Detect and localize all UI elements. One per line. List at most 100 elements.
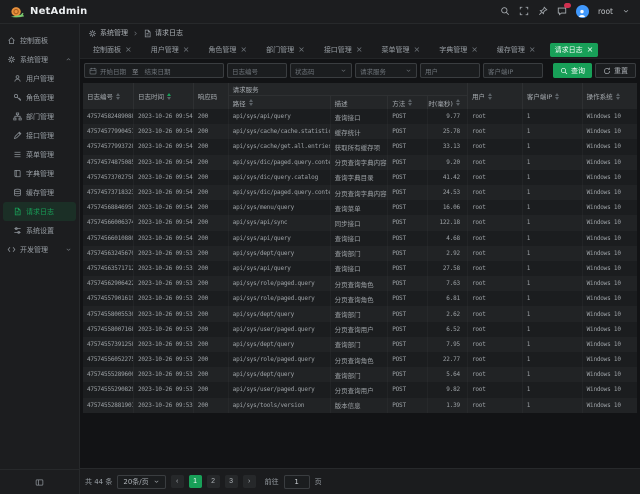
tab-1[interactable]: 用户管理×: [146, 43, 195, 57]
tab-6[interactable]: 字典管理×: [434, 43, 483, 57]
sidebar-item-pen[interactable]: 接口管理: [0, 126, 79, 145]
column-header-log-id[interactable]: 日志编号: [83, 83, 134, 109]
close-icon[interactable]: ×: [298, 46, 305, 54]
breadcrumb-item-1[interactable]: 请求日志: [143, 28, 183, 38]
next-page-button[interactable]: ›: [243, 475, 256, 488]
column-header-description[interactable]: 描述: [331, 96, 389, 109]
log-icon: [143, 29, 152, 38]
table-row[interactable]: 4757455800553012023-10-26 09:53:45200api…: [83, 306, 637, 321]
goto-page-input[interactable]: [284, 475, 310, 489]
column-label: 用户: [472, 91, 485, 101]
key-icon: [13, 93, 22, 102]
close-icon[interactable]: ×: [183, 46, 190, 54]
close-icon[interactable]: ×: [125, 46, 132, 54]
sidebar-item-settings[interactable]: 系统设置: [0, 221, 79, 240]
client-ip-input[interactable]: 客户端IP: [483, 63, 543, 78]
tab-0[interactable]: 控制面板 ×: [88, 43, 137, 57]
sidebar-item-key[interactable]: 角色管理: [0, 88, 79, 107]
table-row[interactable]: 4757456324567092023-10-26 09:53:58200api…: [83, 246, 637, 261]
column-header-log-time[interactable]: 日志时间: [134, 83, 194, 109]
sidebar-item-dict[interactable]: 字典管理: [0, 164, 79, 183]
service-select[interactable]: 请求服务: [355, 63, 417, 78]
sidebar-item-log[interactable]: 请求日志: [3, 202, 76, 221]
close-icon[interactable]: ×: [414, 46, 421, 54]
table-row[interactable]: 4757455800716852023-10-26 09:53:45200api…: [83, 322, 637, 337]
table-row[interactable]: 4757456601088052023-10-26 09:54:04200api…: [83, 231, 637, 246]
table-row[interactable]: 4757455605227572023-10-26 09:53:40200api…: [83, 352, 637, 367]
cell-log-id: 475745560522757: [83, 352, 134, 367]
table-row[interactable]: 4757457487508532023-10-26 09:54:24200api…: [83, 155, 637, 170]
column-header-duration[interactable]: 耗时(毫秒): [428, 96, 468, 109]
search-button[interactable]: 查询: [553, 63, 592, 78]
table-row[interactable]: 4757456357171252023-10-26 09:53:58200api…: [83, 261, 637, 276]
collapse-sidebar-icon[interactable]: [35, 478, 44, 487]
table-row[interactable]: 4757456290642292023-10-26 09:53:57200api…: [83, 276, 637, 291]
log-id-input[interactable]: 日志编号: [227, 63, 287, 78]
sidebar-item-user[interactable]: 用户管理: [0, 69, 79, 88]
table-row[interactable]: 4757455288190132023-10-26 09:53:32200api…: [83, 398, 637, 413]
column-header-user[interactable]: 用户: [468, 83, 523, 109]
cell-response-code: 200: [194, 306, 229, 321]
sidebar-item-menu[interactable]: 菜单管理: [0, 145, 79, 164]
close-icon[interactable]: ×: [240, 46, 247, 54]
user-input[interactable]: 用户: [420, 63, 480, 78]
tab-3[interactable]: 部门管理×: [261, 43, 310, 57]
brand[interactable]: NetAdmin: [10, 6, 87, 18]
search-icon[interactable]: [500, 6, 510, 18]
column-header-response-code[interactable]: 响应码: [194, 83, 229, 109]
table-row[interactable]: 4757455529082932023-10-26 09:53:38200api…: [83, 382, 637, 397]
column-header-method[interactable]: 方法: [388, 96, 428, 109]
prev-page-button[interactable]: ‹: [171, 475, 184, 488]
column-header-path[interactable]: 路径: [229, 96, 331, 109]
column-header-os[interactable]: 操作系统: [583, 83, 637, 109]
cell-log-id: 475745632456709: [83, 246, 134, 261]
tab-5[interactable]: 菜单管理×: [377, 43, 426, 57]
sidebar-item-cache[interactable]: 缓存管理: [0, 183, 79, 202]
username[interactable]: root: [598, 7, 613, 16]
reset-button[interactable]: 重置: [595, 63, 636, 78]
pin-icon[interactable]: [538, 6, 548, 18]
sidebar-item-dept[interactable]: 部门管理: [0, 107, 79, 126]
sidebar-item-gear[interactable]: 系统管理: [0, 50, 79, 69]
page-button-3[interactable]: 3: [225, 475, 238, 488]
column-header-client-ip[interactable]: 客户端IP: [523, 83, 583, 109]
cell-duration-ms: 4.68: [428, 231, 468, 246]
tab-8[interactable]: 请求日志×: [550, 43, 599, 57]
table-row[interactable]: 4757458248908852023-10-26 09:54:45200api…: [83, 109, 637, 124]
breadcrumb: 系统管理 请求日志: [80, 24, 640, 42]
cell-description: 分页查询角色: [331, 352, 389, 367]
tab-2[interactable]: 角色管理×: [203, 43, 252, 57]
status-code-select[interactable]: 状态码: [290, 63, 352, 78]
table-row[interactable]: 4757456600637492023-10-26 09:54:04200api…: [83, 215, 637, 230]
table-row[interactable]: 4757455790161972023-10-26 09:53:45200api…: [83, 291, 637, 306]
chevron-down-icon[interactable]: [622, 7, 630, 17]
sidebar-item-code[interactable]: 开发管理: [0, 240, 79, 259]
sort-carets-icon: [408, 99, 412, 106]
table-row[interactable]: 4757457799372852023-10-26 09:54:34200api…: [83, 139, 637, 154]
table-row[interactable]: 4757455739125812023-10-26 09:53:43200api…: [83, 337, 637, 352]
sidebar-item-home[interactable]: 控制面板: [0, 31, 79, 50]
tab-4[interactable]: 接口管理×: [319, 43, 368, 57]
table-row[interactable]: 4757457370275892023-10-26 09:54:23200api…: [83, 170, 637, 185]
page-size-select[interactable]: 20条/页: [117, 475, 165, 489]
cell-duration-ms: 6.81: [428, 291, 468, 306]
page-button-1[interactable]: 1: [189, 475, 202, 488]
table-row[interactable]: 4757455528960052023-10-26 09:53:38200api…: [83, 367, 637, 382]
table-row[interactable]: 4757457799045172023-10-26 09:54:34200api…: [83, 124, 637, 139]
avatar[interactable]: [576, 5, 589, 18]
close-icon[interactable]: ×: [529, 46, 536, 54]
date-range-picker[interactable]: 开始日期 至 结束日期: [84, 63, 224, 78]
cell-path: api/sys/dept/query: [229, 367, 331, 382]
tab-7[interactable]: 缓存管理×: [492, 43, 541, 57]
fullscreen-icon[interactable]: [519, 6, 529, 18]
page-button-2[interactable]: 2: [207, 475, 220, 488]
breadcrumb-item-0[interactable]: 系统管理: [88, 28, 128, 38]
close-icon[interactable]: ×: [587, 46, 594, 54]
close-icon[interactable]: ×: [356, 46, 363, 54]
close-icon[interactable]: ×: [471, 46, 478, 54]
table-row[interactable]: 4757457371832372023-10-26 09:54:23200api…: [83, 185, 637, 200]
tab-label: 控制面板: [93, 45, 121, 55]
table-row[interactable]: 4757456884695092023-10-26 09:54:11200api…: [83, 200, 637, 215]
message-icon[interactable]: [557, 6, 567, 18]
client-ip-placeholder: 客户端IP: [488, 66, 513, 76]
